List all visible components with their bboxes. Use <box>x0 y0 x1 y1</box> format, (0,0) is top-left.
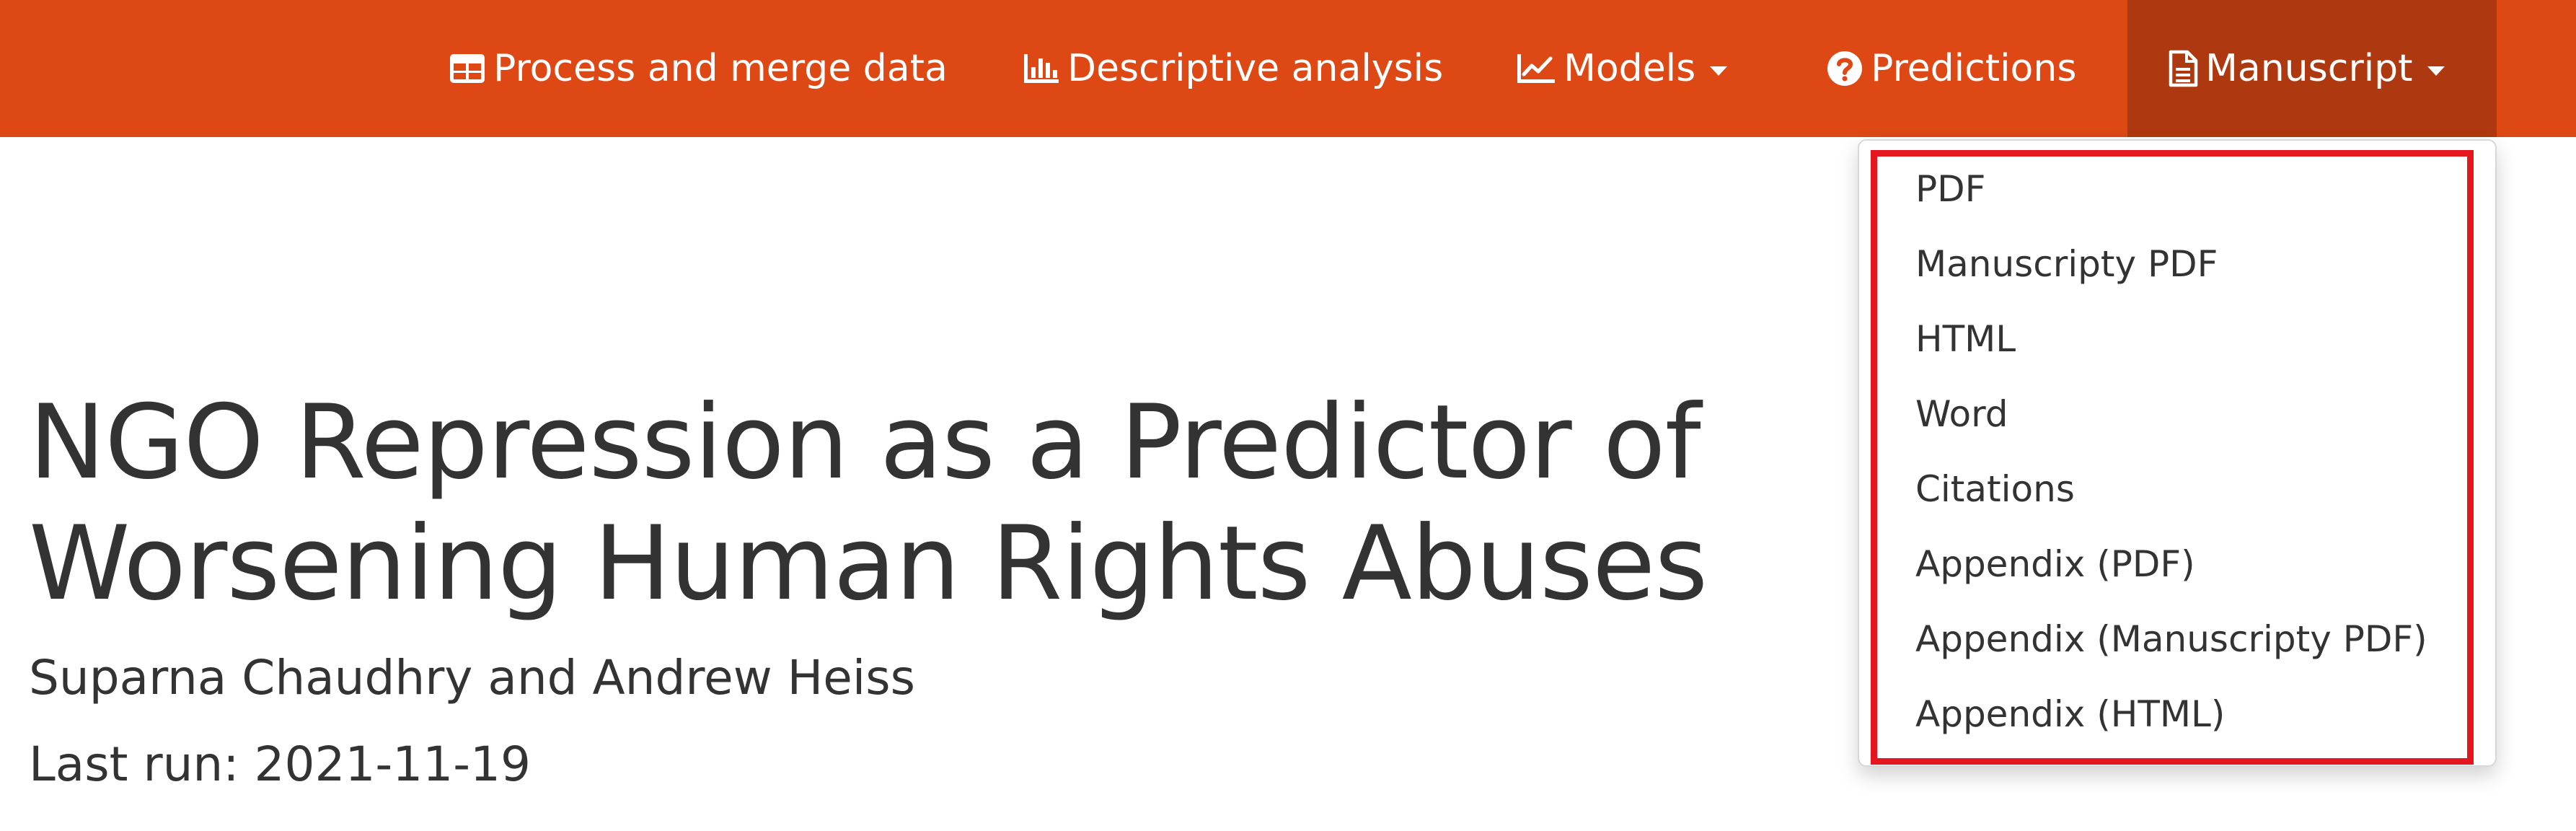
bar-chart-icon <box>1023 53 1060 84</box>
dropdown-item-appendix-manuscripty-pdf[interactable]: Appendix (Manuscripty PDF) <box>1915 617 2427 661</box>
nav-label: Descriptive analysis <box>1067 47 1444 90</box>
nav-label: Process and merge data <box>493 47 948 90</box>
nav-label: Predictions <box>1871 47 2077 90</box>
nav-models[interactable]: Models <box>1516 0 1728 137</box>
last-run-date: Last run: 2021-11-19 <box>29 737 531 792</box>
dropdown-item-html[interactable]: HTML <box>1915 317 2016 361</box>
nav-label: Models <box>1563 47 1696 90</box>
table-icon <box>449 53 486 84</box>
nav-predictions[interactable]: Predictions <box>1826 0 2076 137</box>
nav-label: Manuscript <box>2205 47 2413 90</box>
line-chart-icon <box>1516 53 1556 84</box>
dropdown-item-manuscripty-pdf[interactable]: Manuscripty PDF <box>1915 242 2218 286</box>
nav-descriptive-analysis[interactable]: Descriptive analysis <box>1023 0 1443 137</box>
file-text-icon <box>2168 50 2198 87</box>
nav-process-merge-data[interactable]: Process and merge data <box>449 0 948 137</box>
dropdown-item-word[interactable]: Word <box>1915 392 2008 436</box>
authors: Suparna Chaudhry and Andrew Heiss <box>29 650 915 705</box>
question-circle-icon <box>1826 50 1863 87</box>
dropdown-item-appendix-pdf[interactable]: Appendix (PDF) <box>1915 542 2195 586</box>
nav-manuscript[interactable]: Manuscript <box>2127 0 2497 137</box>
dropdown-item-citations[interactable]: Citations <box>1915 467 2075 511</box>
top-navbar: Process and merge data Descriptive analy… <box>0 0 2576 137</box>
dropdown-item-appendix-html[interactable]: Appendix (HTML) <box>1915 692 2225 736</box>
dropdown-item-pdf[interactable]: PDF <box>1915 167 1985 211</box>
page-title: NGO Repression as a Predictor of Worseni… <box>29 383 1708 623</box>
chevron-down-icon <box>2427 66 2445 76</box>
chevron-down-icon <box>1710 66 1728 76</box>
manuscript-dropdown-menu <box>1858 139 2497 767</box>
